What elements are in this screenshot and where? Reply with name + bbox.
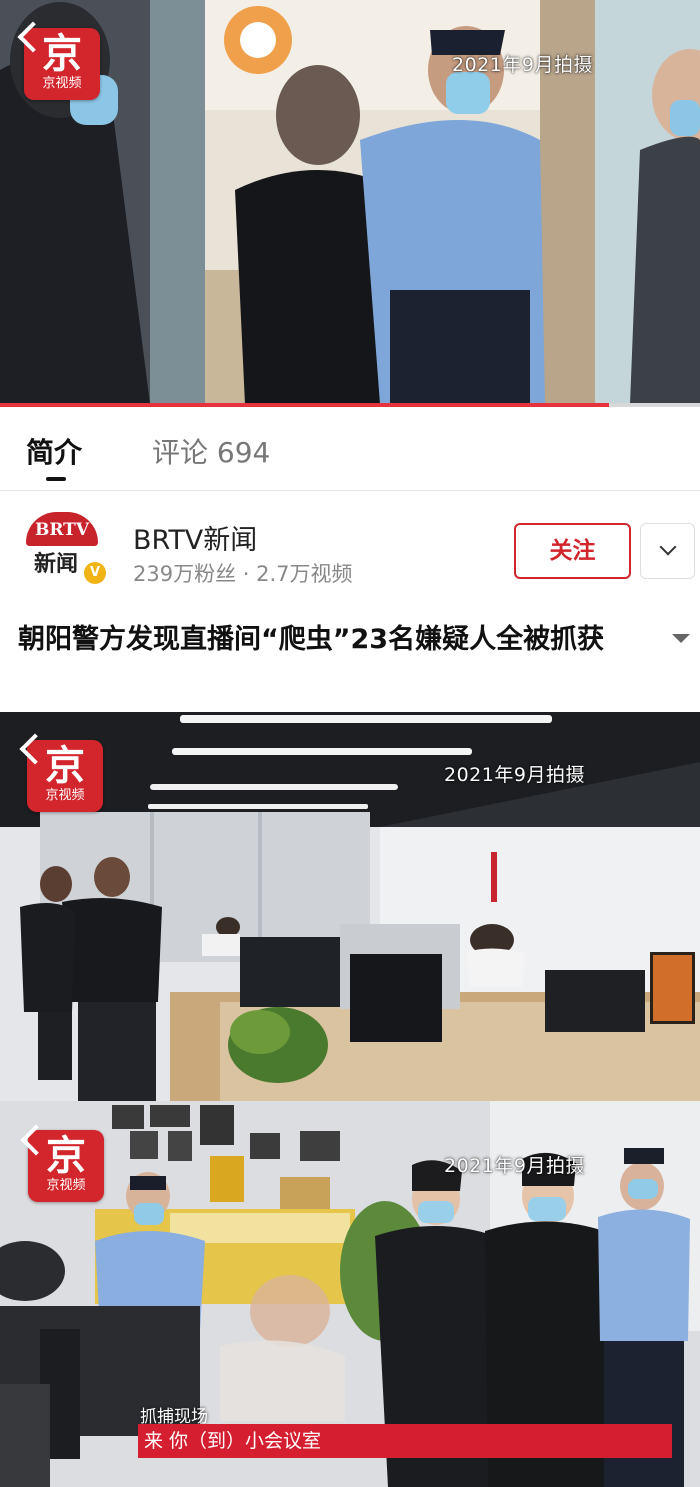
chevron-down-icon	[659, 538, 677, 556]
video-frame-scene	[0, 0, 700, 404]
logo-sub-text: 京视频	[45, 788, 85, 803]
channel-stats: 239万粉丝 · 2.7万视频	[133, 562, 353, 586]
subtitle-caption-bar: 来 你（到）小会议室	[138, 1424, 672, 1458]
more-options-button[interactable]	[640, 523, 695, 579]
follow-button[interactable]: 关注	[514, 523, 631, 579]
tab-bar: 简介 评论 694	[0, 407, 700, 491]
channel-avatar[interactable]: BRTV 新闻 V	[24, 512, 106, 584]
date-watermark: 2021年9月拍摄	[452, 54, 593, 76]
avatar-brtv-text: BRTV	[26, 512, 98, 546]
avatar-news-text: 新闻	[34, 552, 79, 577]
channel-row: BRTV 新闻 V BRTV新闻 239万粉丝 · 2.7万视频 关注	[0, 492, 700, 600]
office-scene	[0, 712, 700, 1101]
expand-description-icon[interactable]	[672, 634, 690, 643]
active-tab-indicator	[46, 477, 66, 481]
video-player[interactable]: 京 京视频 2021年9月拍摄	[0, 0, 700, 404]
logo-sub-text: 京视频	[46, 1178, 86, 1193]
tab-comments[interactable]: 评论 694	[152, 433, 270, 473]
date-watermark: 2021年9月拍摄	[444, 764, 585, 786]
logo-sub-text: 京视频	[42, 76, 82, 91]
video-title: 朝阳警方发现直播间“爬虫”23名嫌疑人全被抓获	[18, 624, 605, 655]
channel-name[interactable]: BRTV新闻	[133, 518, 257, 557]
verified-badge-icon: V	[84, 562, 106, 584]
date-watermark: 2021年9月拍摄	[444, 1155, 585, 1177]
news-image-arrest: 京 京视频 2021年9月拍摄 抓捕现场 来 你（到）小会议室	[0, 1101, 700, 1487]
news-image-office: 京 京视频 2021年9月拍摄	[0, 712, 700, 1101]
tab-intro[interactable]: 简介	[26, 433, 82, 473]
